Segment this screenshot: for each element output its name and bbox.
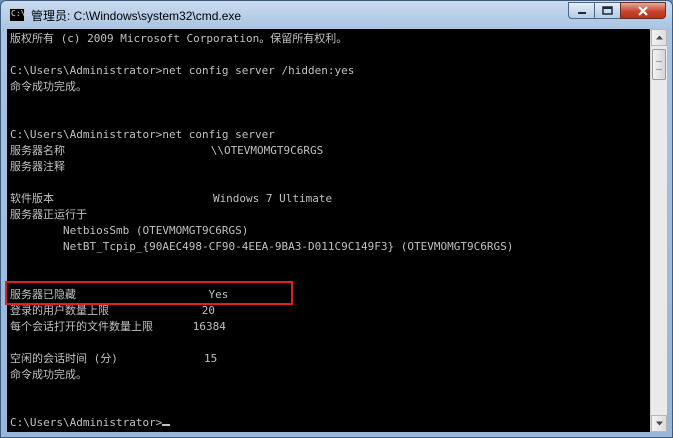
vertical-scrollbar[interactable] (650, 29, 667, 432)
console-line: 命令成功完成。 (10, 80, 87, 93)
cmd-window: C:\. 管理员: C:\Windows\system32\cmd.exe 版权… (0, 0, 673, 438)
console-line: 版权所有 (c) 2009 Microsoft Corporation。保留所有… (10, 32, 348, 45)
command-prompt-icon[interactable]: C:\. (9, 8, 30, 22)
app-icon-text: C:\. (11, 9, 31, 18)
close-icon (638, 5, 648, 16)
scroll-up-button[interactable] (651, 29, 667, 46)
console-line: 登录的用户数量上限 20 (10, 304, 215, 317)
console-line: C:\Users\Administrator>net config server (10, 128, 275, 141)
console-output[interactable]: 版权所有 (c) 2009 Microsoft Corporation。保留所有… (7, 29, 650, 432)
console-prompt-line[interactable]: C:\Users\Administrator> (10, 415, 171, 431)
title-bar[interactable]: C:\. 管理员: C:\Windows\system32\cmd.exe (1, 1, 672, 29)
maximize-icon (602, 6, 613, 15)
console-line: 每个会话打开的文件数量上限 16384 (10, 320, 226, 333)
close-button[interactable] (620, 2, 666, 19)
console-line: 软件版本 Windows 7 Ultimate (10, 192, 333, 205)
console-line: 服务器名称 \\OTEVMOMGT9C6RGS (10, 144, 324, 157)
arrow-down-icon (655, 421, 663, 426)
minimize-icon (577, 11, 586, 14)
console-line: 空闲的会话时间 (分) 15 (10, 352, 218, 365)
window-title: 管理员: C:\Windows\system32\cmd.exe (31, 9, 242, 23)
maximize-button[interactable] (594, 2, 620, 19)
console-line: 服务器正运行于 (10, 208, 87, 221)
console-line: NetBT_Tcpip_{90AEC498-CF90-4EEA-9BA3-D01… (10, 240, 514, 253)
scroll-down-button[interactable] (651, 415, 667, 432)
text-cursor (162, 424, 171, 426)
console-line: NetbiosSmb (OTEVMOMGT9C6RGS) (10, 224, 249, 237)
minimize-button[interactable] (568, 2, 594, 19)
scroll-thumb[interactable] (652, 49, 666, 80)
console-line: C:\Users\Administrator>net config server… (10, 64, 355, 77)
highlight-box (5, 281, 293, 305)
console-line: 服务器注释 (10, 160, 65, 173)
window-controls (568, 2, 666, 20)
prompt-text: C:\Users\Administrator> (10, 416, 163, 429)
console-line: 命令成功完成。 (10, 368, 87, 381)
arrow-up-icon (655, 35, 663, 40)
